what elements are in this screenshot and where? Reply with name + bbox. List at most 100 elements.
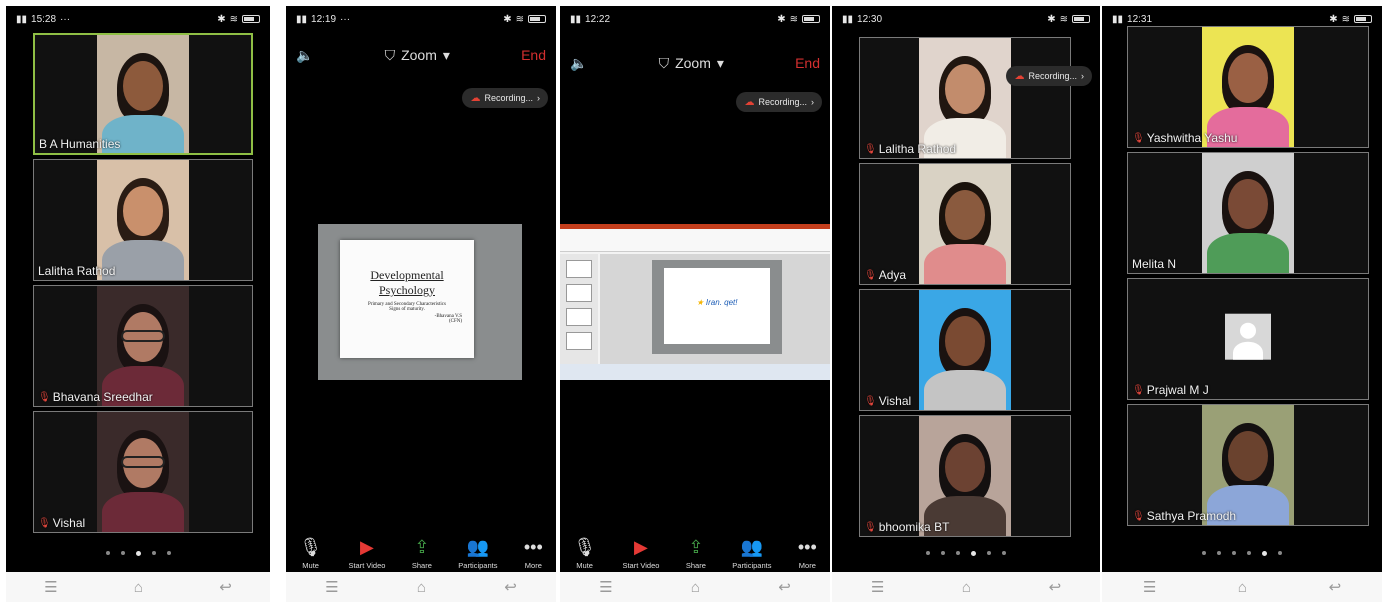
participants-icon: 👥 bbox=[740, 537, 764, 557]
page-dot[interactable] bbox=[135, 551, 141, 556]
back-icon[interactable]: ↩ bbox=[219, 578, 232, 596]
video-tile[interactable]: 🎙 Lalitha Rathod bbox=[859, 37, 1071, 159]
default-avatar-icon bbox=[1225, 313, 1271, 360]
back-icon[interactable]: ↩ bbox=[1049, 578, 1062, 596]
status-extra: ··· bbox=[340, 13, 351, 25]
page-dot[interactable] bbox=[166, 551, 171, 555]
menu-icon[interactable]: ☰ bbox=[871, 578, 884, 596]
recording-indicator[interactable]: ☁ Recording... › bbox=[462, 88, 548, 108]
bluetooth-icon: ✱ bbox=[1047, 13, 1056, 25]
meeting-title[interactable]: ⛉ Zoom ▾ bbox=[385, 47, 450, 64]
toolbar-button[interactable]: ••• More bbox=[524, 536, 543, 570]
page-dot[interactable] bbox=[941, 551, 945, 555]
phone-screen-4: ▮▮ 12:30 ✱ ≋ 🎙 Lalitha Rathod 🎙 Adya 🎙 Vishal 🎙 b… bbox=[832, 6, 1100, 602]
home-icon[interactable]: ⌂ bbox=[134, 579, 143, 596]
back-icon[interactable]: ↩ bbox=[1329, 578, 1342, 596]
page-dot[interactable] bbox=[926, 551, 930, 555]
toolbar-button-label: Share bbox=[411, 561, 432, 570]
meeting-top-bar: 🔈 ⛉ Zoom ▾ End bbox=[560, 48, 830, 78]
toolbar-button[interactable]: 👥 Participants bbox=[732, 536, 771, 570]
video-tile[interactable]: 🎙 Bhavana Sreedhar bbox=[33, 285, 253, 407]
chevron-right-icon: › bbox=[1081, 71, 1084, 81]
video-tile[interactable]: 🎙 Vishal bbox=[33, 411, 253, 533]
page-dot[interactable] bbox=[105, 551, 110, 555]
participant-name-text: Vishal bbox=[52, 516, 86, 530]
mic-muted-icon: 🎙 bbox=[864, 395, 877, 407]
shield-icon: ⛉ bbox=[658, 54, 670, 71]
presentation-ribbon bbox=[560, 224, 830, 252]
share-icon: ⇪ bbox=[414, 537, 430, 557]
mic-muted-icon: 🎙 bbox=[38, 517, 51, 529]
meeting-title[interactable]: ⛉ Zoom ▾ bbox=[659, 55, 724, 72]
toolbar-button[interactable]: 🎙 Mute bbox=[573, 536, 596, 570]
home-icon[interactable]: ⌂ bbox=[417, 579, 426, 596]
toolbar-button[interactable]: ▶ Start Video bbox=[622, 536, 659, 570]
video-tile[interactable]: 🎙 Sathya Pramodh bbox=[1127, 404, 1369, 526]
toolbar-button[interactable]: 👥 Participants bbox=[458, 536, 497, 570]
slide-page: ★ Iran. qet! bbox=[664, 268, 770, 344]
page-dot[interactable] bbox=[971, 551, 976, 556]
page-dot[interactable] bbox=[956, 551, 960, 555]
video-tile[interactable]: 🎙 Yashwitha Yashu bbox=[1127, 26, 1369, 148]
toolbar-button[interactable]: ••• More bbox=[798, 536, 817, 570]
participant-name: Melita N bbox=[1132, 257, 1176, 271]
page-dot[interactable] bbox=[151, 551, 156, 555]
toolbar-button-label: Start Video bbox=[622, 561, 660, 570]
video-tile[interactable]: Lalitha Rathod bbox=[33, 159, 253, 281]
status-extra: ··· bbox=[60, 13, 71, 25]
video-tile[interactable]: 🎙 Vishal bbox=[859, 289, 1071, 411]
status-time: 15:28 bbox=[31, 13, 57, 25]
speaker-icon[interactable]: 🔈 bbox=[570, 55, 587, 72]
recording-indicator[interactable]: ☁ Recording... › bbox=[1006, 66, 1092, 86]
page-dot[interactable] bbox=[1217, 551, 1221, 555]
back-icon[interactable]: ↩ bbox=[778, 578, 791, 596]
home-icon[interactable]: ⌂ bbox=[691, 579, 700, 596]
menu-icon[interactable]: ☰ bbox=[325, 578, 338, 596]
slide-canvas: ★ Iran. qet! bbox=[600, 254, 830, 364]
menu-icon[interactable]: ☰ bbox=[599, 578, 612, 596]
participant-video bbox=[919, 416, 1011, 536]
slide-title-line1: Developmental bbox=[370, 268, 444, 282]
recording-label: Recording... bbox=[484, 93, 533, 103]
toolbar-button[interactable]: ▶ Start Video bbox=[348, 536, 385, 570]
bluetooth-icon: ✱ bbox=[1329, 13, 1338, 25]
slide-caption: Iran. qet! bbox=[705, 298, 738, 307]
battery-icon bbox=[1354, 15, 1372, 23]
speaker-icon[interactable]: 🔈 bbox=[296, 47, 313, 64]
participant-name-text: B A Humanities bbox=[39, 137, 121, 151]
menu-icon[interactable]: ☰ bbox=[44, 578, 57, 596]
end-button[interactable]: End bbox=[795, 55, 820, 71]
video-tile[interactable]: B A Humanities bbox=[33, 33, 253, 155]
mic-muted-icon: 🎙 bbox=[864, 143, 877, 155]
page-dot[interactable] bbox=[120, 551, 125, 555]
home-icon[interactable]: ⌂ bbox=[1238, 579, 1247, 596]
page-dot[interactable] bbox=[1232, 551, 1236, 555]
meeting-toolbar: 🎙 Mute ▶ Start Video ⇪ Share 👥 Participants ••• M… bbox=[286, 528, 556, 572]
recording-indicator[interactable]: ☁ Recording... › bbox=[736, 92, 822, 112]
toolbar-button[interactable]: ⇪ Share bbox=[686, 536, 706, 570]
page-dot[interactable] bbox=[1202, 551, 1206, 555]
back-icon[interactable]: ↩ bbox=[504, 578, 517, 596]
slide-page: Developmental Psychology Primary and Sec… bbox=[340, 240, 474, 358]
video-tile[interactable]: 🎙 Adya bbox=[859, 163, 1071, 285]
end-button[interactable]: End bbox=[521, 47, 546, 63]
page-dot[interactable] bbox=[1278, 551, 1282, 555]
toolbar-button[interactable]: ⇪ Share bbox=[412, 536, 432, 570]
home-icon[interactable]: ⌂ bbox=[962, 579, 971, 596]
page-dot[interactable] bbox=[1262, 551, 1267, 556]
battery-icon bbox=[528, 15, 546, 23]
more-icon: ••• bbox=[797, 537, 817, 557]
wifi-icon: ≋ bbox=[229, 13, 238, 25]
toolbar-button[interactable]: 🎙 Mute bbox=[299, 536, 322, 570]
video-tile[interactable]: 🎙 Prajwal M J bbox=[1127, 278, 1369, 400]
participant-video bbox=[97, 35, 189, 153]
menu-icon[interactable]: ☰ bbox=[1143, 578, 1156, 596]
participant-name-text: Bhavana Sreedhar bbox=[52, 390, 153, 404]
phone-screen-3: ▮▮ 12:22 ✱ ≋ 🔈 ⛉ Zoom ▾ End ☁ Recording... › ★… bbox=[560, 6, 830, 602]
page-indicator bbox=[832, 551, 1100, 556]
page-dot[interactable] bbox=[1247, 551, 1251, 555]
video-tile[interactable]: 🎙 bhoomika BT bbox=[859, 415, 1071, 537]
page-dot[interactable] bbox=[987, 551, 991, 555]
page-dot[interactable] bbox=[1002, 551, 1006, 555]
video-tile[interactable]: Melita N bbox=[1127, 152, 1369, 274]
